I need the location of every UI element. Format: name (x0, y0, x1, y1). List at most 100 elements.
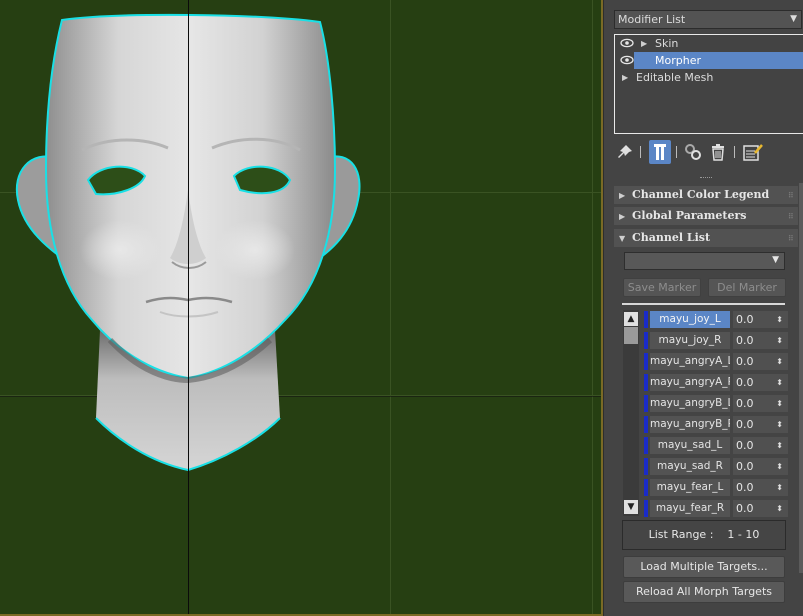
make-unique-icon[interactable] (682, 140, 704, 164)
list-range-value: 1 - 10 (727, 528, 760, 541)
channel-row[interactable]: mayu_sad_R 0.0 ⬍ (644, 457, 789, 476)
spinner-arrows-icon[interactable]: ⬍ (776, 479, 783, 496)
channel-row[interactable]: mayu_angryB_R 0.0 ⬍ (644, 415, 789, 434)
toolbar-separator (640, 146, 641, 158)
modifier-stack[interactable]: ▶ Skin Morpher ▶ Editable Mesh (614, 34, 803, 134)
stack-item-morpher[interactable]: Morpher (634, 52, 803, 69)
channel-color-swatch (644, 374, 648, 391)
eye-icon[interactable] (620, 36, 634, 50)
save-marker-button[interactable]: Save Marker (623, 278, 701, 297)
channel-value-spinner[interactable]: 0.0 ⬍ (733, 395, 788, 412)
channel-name-button[interactable]: mayu_sad_L (650, 437, 730, 454)
spinner-arrows-icon[interactable]: ⬍ (776, 437, 783, 454)
toolbar-separator (734, 146, 735, 158)
channel-value-spinner[interactable]: 0.0 ⬍ (733, 311, 788, 328)
rollout-grip-icon: ⠿ (787, 190, 794, 200)
show-end-result-icon[interactable] (649, 140, 671, 164)
channel-value-spinner[interactable]: 0.0 ⬍ (733, 458, 788, 475)
world-axis-y (188, 0, 189, 616)
rollout-title: Global Parameters (632, 209, 747, 222)
expand-triangle-icon[interactable]: ▶ (641, 35, 647, 52)
chevron-down-icon: ▼ (772, 255, 779, 265)
channel-value-spinner[interactable]: 0.0 ⬍ (733, 332, 788, 349)
scroll-up-icon[interactable]: ▲ (624, 312, 638, 326)
channel-name-button[interactable]: mayu_joy_R (650, 332, 730, 349)
channel-row[interactable]: mayu_joy_L 0.0 ⬍ (644, 310, 789, 329)
stack-item-skin[interactable]: ▶ Skin (615, 35, 803, 52)
face (44, 13, 337, 380)
pin-stack-icon[interactable] (614, 140, 636, 164)
channel-name-button[interactable]: mayu_fear_R (650, 500, 730, 517)
spinner-arrows-icon[interactable]: ⬍ (776, 374, 783, 391)
stack-item-morpher-row: Morpher (615, 52, 803, 69)
scroll-thumb[interactable] (624, 327, 638, 344)
divider (622, 303, 785, 305)
marker-dropdown[interactable]: ▼ (624, 252, 785, 270)
channel-row[interactable]: mayu_angryB_L 0.0 ⬍ (644, 394, 789, 413)
spinner-arrows-icon[interactable]: ⬍ (776, 416, 783, 433)
rollout-channel-color-legend[interactable]: ▶ Channel Color Legend ⠿ (614, 186, 798, 204)
channel-value: 0.0 (736, 334, 754, 347)
channel-row[interactable]: mayu_angryA_L 0.0 ⬍ (644, 352, 789, 371)
channel-value-spinner[interactable]: 0.0 ⬍ (733, 437, 788, 454)
channel-color-swatch (644, 500, 648, 517)
channel-name-button[interactable]: mayu_sad_R (650, 458, 730, 475)
panel-scrollbar[interactable] (799, 183, 803, 573)
stack-toolbar (614, 140, 803, 166)
channel-color-swatch (644, 353, 648, 370)
channel-row[interactable]: mayu_fear_L 0.0 ⬍ (644, 478, 789, 497)
rollout-global-parameters[interactable]: ▶ Global Parameters ⠿ (614, 207, 798, 225)
channel-value: 0.0 (736, 355, 754, 368)
expand-triangle-icon[interactable]: ▶ (622, 69, 628, 86)
channel-value: 0.0 (736, 397, 754, 410)
channel-value-spinner[interactable]: 0.0 ⬍ (733, 374, 788, 391)
head-mesh[interactable] (0, 0, 603, 616)
channel-row[interactable]: mayu_angryA_R 0.0 ⬍ (644, 373, 789, 392)
spinner-arrows-icon[interactable]: ⬍ (776, 395, 783, 412)
channel-color-swatch (644, 458, 648, 475)
spinner-arrows-icon[interactable]: ⬍ (776, 311, 783, 328)
viewport-perspective[interactable] (0, 0, 603, 616)
list-range-label: List Range : (648, 528, 714, 541)
channel-name-button[interactable]: mayu_angryA_L (650, 353, 730, 370)
eye-icon[interactable] (620, 53, 634, 67)
list-range: List Range : 1 - 10 (622, 520, 786, 550)
channel-value-spinner[interactable]: 0.0 ⬍ (733, 353, 788, 370)
spinner-arrows-icon[interactable]: ⬍ (776, 458, 783, 475)
rollout-grip-icon: ⠿ (787, 233, 794, 243)
load-multiple-targets-button[interactable]: Load Multiple Targets... (623, 556, 785, 578)
spinner-arrows-icon[interactable]: ⬍ (776, 353, 783, 370)
channel-name-button[interactable]: mayu_angryB_L (650, 395, 730, 412)
cheek-highlight (215, 220, 295, 280)
remove-modifier-icon[interactable] (707, 140, 729, 164)
channel-color-swatch (644, 479, 648, 496)
configure-modifier-sets-icon[interactable] (742, 140, 764, 164)
collapsed-triangle-icon: ▶ (619, 190, 626, 200)
reload-all-morph-targets-button[interactable]: Reload All Morph Targets (623, 581, 785, 603)
panel-resize-grip[interactable] (700, 177, 712, 181)
channel-row[interactable]: mayu_fear_R 0.0 ⬍ (644, 499, 789, 518)
channel-value-spinner[interactable]: 0.0 ⬍ (733, 416, 788, 433)
channel-color-swatch (644, 437, 648, 454)
channel-value-spinner[interactable]: 0.0 ⬍ (733, 479, 788, 496)
channel-row[interactable]: mayu_sad_L 0.0 ⬍ (644, 436, 789, 455)
stack-item-editable-mesh[interactable]: ▶ Editable Mesh (615, 69, 803, 86)
stack-item-label: Editable Mesh (636, 71, 714, 84)
cheek-highlight (80, 220, 160, 280)
channel-value-spinner[interactable]: 0.0 ⬍ (733, 500, 788, 517)
spinner-arrows-icon[interactable]: ⬍ (776, 500, 783, 517)
modifier-list-dropdown[interactable]: Modifier List ▼ (614, 10, 802, 29)
delete-marker-button[interactable]: Del Marker (708, 278, 786, 297)
expanded-triangle-icon: ▼ (619, 233, 626, 243)
channel-name-button[interactable]: mayu_joy_L (650, 311, 730, 328)
spinner-arrows-icon[interactable]: ⬍ (776, 332, 783, 349)
channel-name-button[interactable]: mayu_angryB_R (650, 416, 730, 433)
channel-list-scrollbar[interactable]: ▲ ▼ (623, 310, 639, 516)
channel-row[interactable]: mayu_joy_R 0.0 ⬍ (644, 331, 789, 350)
channel-name-button[interactable]: mayu_fear_L (650, 479, 730, 496)
stack-item-label: Skin (655, 37, 679, 50)
rollout-channel-list[interactable]: ▼ Channel List ⠿ (614, 229, 798, 247)
channel-color-swatch (644, 332, 648, 349)
channel-name-button[interactable]: mayu_angryA_R (650, 374, 730, 391)
scroll-down-icon[interactable]: ▼ (624, 500, 638, 514)
